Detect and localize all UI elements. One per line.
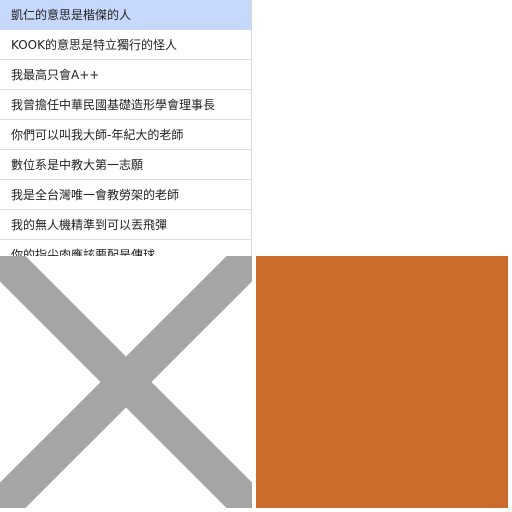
list-item[interactable]: 我的無人機精準到可以丟飛彈	[0, 210, 251, 240]
list-item[interactable]: 數位系是中教大第一志願	[0, 150, 251, 180]
color-swatch-tile[interactable]	[256, 256, 508, 508]
list-item[interactable]: 凱仁的意思是楷傑的人	[0, 0, 251, 30]
screen: 凱仁的意思是楷傑的人 KOOK的意思是特立獨行的怪人 我最高只會A++ 我曾擔任…	[0, 0, 512, 512]
statement-list: 凱仁的意思是楷傑的人 KOOK的意思是特立獨行的怪人 我最高只會A++ 我曾擔任…	[0, 0, 252, 256]
close-x-icon	[0, 256, 252, 508]
list-item[interactable]: KOOK的意思是特立獨行的怪人	[0, 30, 251, 60]
list-item[interactable]: 你們可以叫我大師-年紀大的老師	[0, 120, 251, 150]
list-item[interactable]: 我最高只會A++	[0, 60, 251, 90]
image-placeholder-tile[interactable]	[0, 256, 252, 508]
list-item[interactable]: 你的指尖肉應該要配是傳球	[0, 240, 251, 256]
list-item[interactable]: 我曾擔任中華民國基礎造形學會理事長	[0, 90, 251, 120]
list-item[interactable]: 我是全台灣唯一會教勞架的老師	[0, 180, 251, 210]
